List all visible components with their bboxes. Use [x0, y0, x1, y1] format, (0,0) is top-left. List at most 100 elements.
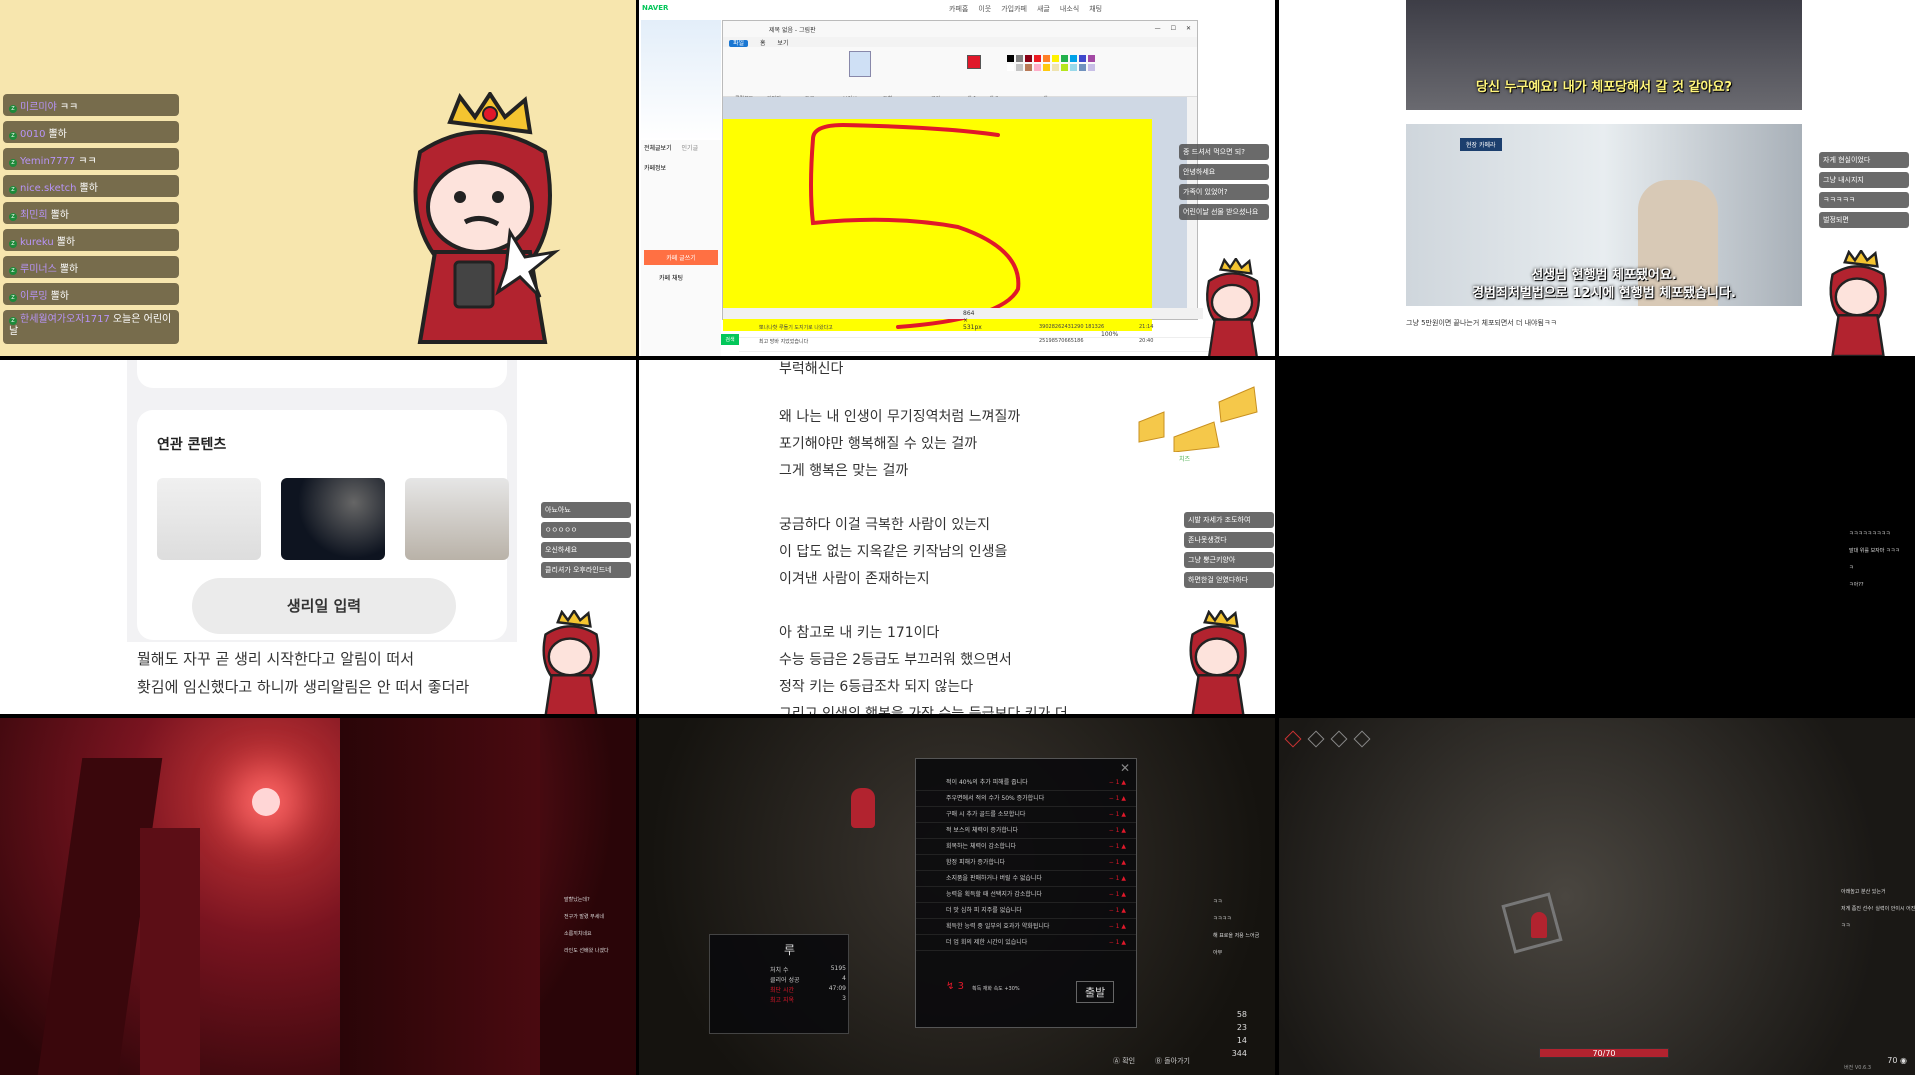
chat-username[interactable]: kureku	[20, 237, 54, 248]
palette-swatch[interactable]	[1007, 64, 1014, 71]
topnav-link[interactable]: 새글	[1037, 5, 1050, 13]
resource-count: 344	[1231, 1049, 1247, 1058]
chat-message: ㅇㅇㅇㅇㅇ	[541, 522, 631, 538]
palette-swatch[interactable]	[1061, 55, 1068, 62]
palette-swatch[interactable]	[1016, 64, 1023, 71]
stepper-control[interactable]: − 1 ▲	[1109, 791, 1126, 807]
cafe-write-button[interactable]: 카페 글쓰기	[644, 250, 718, 265]
palette-swatch[interactable]	[1034, 55, 1041, 62]
curse-option[interactable]: 적 보스의 체력이 증가합니다 − 1 ▲	[916, 823, 1136, 839]
palette-swatch[interactable]	[1070, 64, 1077, 71]
curse-option[interactable]: 획득한 능력 중 일부의 효과가 약화됩니다 − 1 ▲	[916, 919, 1136, 935]
curse-option[interactable]: 능력을 획득할 때 선택지가 감소합니다 − 1 ▲	[916, 887, 1136, 903]
palette-swatch[interactable]	[1043, 55, 1050, 62]
palette-swatch[interactable]	[1088, 64, 1095, 71]
chat-username[interactable]: Yemin7777	[20, 156, 75, 167]
chat-message: 종 드셔서 먹으면 되?	[1179, 144, 1269, 160]
drawn-number-five	[809, 122, 1021, 329]
topnav-link[interactable]: 채팅	[1089, 5, 1102, 13]
list-item-time: 20:40	[1139, 338, 1154, 344]
palette-swatch[interactable]	[1025, 55, 1032, 62]
chat-message: 저게 좀진 선수! 실력이 안이시 어진 빛을 하고 없어 없다	[1841, 906, 1915, 912]
color1-swatch[interactable]	[967, 55, 981, 69]
start-button[interactable]: 출발	[1076, 981, 1115, 1003]
paint-canvas[interactable]	[723, 119, 1152, 331]
curse-option[interactable]: 주우면에서 적의 수가 50% 증가합니다 − 1 ▲	[916, 791, 1136, 807]
curse-option[interactable]: 회복하는 체력이 감소합니다 − 1 ▲	[916, 839, 1136, 855]
chat-username[interactable]: nice.sketch	[20, 183, 77, 194]
panel-paint: NAVER 카페홈 이웃 가입카페 새글 내소식 채팅 전체글보기 인기글 카페정보 카페…	[639, 0, 1275, 356]
cafe-chat-link[interactable]: 카페 채팅	[641, 265, 721, 290]
minimize-icon[interactable]: —	[1155, 25, 1161, 32]
list-item[interactable]: 뽀나나핫 루돌기 도지기로 나왔다고 39028262431290 181326 2…	[739, 324, 1219, 338]
palette-swatch[interactable]	[1061, 64, 1068, 71]
stepper-control[interactable]: − 1 ▲	[1109, 887, 1126, 903]
back-hint[interactable]: Ⓑ 돌아가기	[1155, 1056, 1190, 1066]
menu-file[interactable]: 파일	[729, 40, 749, 47]
maximize-icon[interactable]: ☐	[1171, 25, 1176, 32]
list-item-title[interactable]: 뽀나나핫 루돌기 도지기로 나왔다고	[759, 324, 833, 331]
list-item-time: 21:14	[1139, 324, 1154, 330]
palette-swatch[interactable]	[1052, 64, 1059, 71]
topnav-link[interactable]: 이웃	[978, 5, 991, 13]
content-thumb-3[interactable]	[405, 478, 509, 560]
stepper-control[interactable]: − 1 ▲	[1109, 807, 1126, 823]
chat-username[interactable]: 미르미야	[20, 102, 57, 113]
topnav-link[interactable]: 카페홈	[949, 5, 968, 13]
news-clip-1[interactable]: 당신 누구예요! 내가 체포당해서 갈 것 같아요?	[1406, 0, 1802, 110]
news-clip-2[interactable]: 현장 카메라 선생님 현행범 체포됐어요. 경범죄처벌법으로 12시에 현행범 …	[1406, 124, 1802, 306]
curse-option[interactable]: 더 업 회의 제한 시간이 있습니다 − 1 ▲	[916, 935, 1136, 951]
content-thumb-1[interactable]	[157, 478, 261, 560]
content-thumb-2[interactable]	[281, 478, 385, 560]
curse-option[interactable]: 구매 시 추가 골드를 소모합니다 − 1 ▲	[916, 807, 1136, 823]
stepper-control[interactable]: − 1 ▲	[1109, 919, 1126, 935]
tab-popular[interactable]: 인기글	[682, 145, 699, 152]
stepper-control[interactable]: − 1 ▲	[1109, 855, 1126, 871]
palette-swatch[interactable]	[1007, 55, 1014, 62]
palette-swatch[interactable]	[1025, 64, 1032, 71]
palette-swatch[interactable]	[1034, 64, 1041, 71]
search-button[interactable]: 검색	[721, 334, 739, 345]
palette-swatch[interactable]	[1052, 55, 1059, 62]
stepper-control[interactable]: − 1 ▲	[1109, 823, 1126, 839]
brush-tool-button[interactable]	[849, 51, 871, 77]
list-item[interactable]: 최고 방바 지었었습니다 25198570665186 20:40	[739, 338, 1219, 352]
menu-view[interactable]: 보기	[777, 40, 788, 47]
stepper-control[interactable]: − 1 ▲	[1109, 839, 1126, 855]
stepper-control[interactable]: − 1 ▲	[1109, 775, 1126, 791]
stepper-control[interactable]: − 1 ▲	[1109, 903, 1126, 919]
chat-username[interactable]: 최민희	[20, 210, 48, 221]
topnav-link[interactable]: 가입카페	[1001, 5, 1027, 13]
palette-swatch[interactable]	[1079, 55, 1086, 62]
menu-home[interactable]: 홈	[760, 40, 766, 47]
palette-swatch[interactable]	[1043, 64, 1050, 71]
chat-username[interactable]: 0010	[20, 129, 45, 140]
chat-badge-icon: Z	[9, 132, 17, 140]
palette-swatch[interactable]	[1070, 55, 1077, 62]
chat-username[interactable]: 한세월여가오자1717	[20, 314, 110, 325]
curse-option-text: 회복하는 체력이 감소합니다	[946, 843, 1017, 850]
naver-logo[interactable]: NAVER	[642, 4, 668, 12]
chat-message: 발할났는데?	[564, 897, 590, 903]
curse-option[interactable]: 소지품을 판매하거나 버릴 수 없습니다 − 1 ▲	[916, 871, 1136, 887]
palette-swatch[interactable]	[1079, 64, 1086, 71]
stepper-control[interactable]: − 1 ▲	[1109, 935, 1126, 951]
tab-all-posts[interactable]: 전체글보기	[644, 145, 672, 152]
palette-swatch[interactable]	[1088, 55, 1095, 62]
chat-message: 어린이날 선물 받으셨나요	[1179, 204, 1269, 220]
period-input-button[interactable]: 생리일 입력	[192, 578, 456, 634]
palette-swatch[interactable]	[1016, 55, 1023, 62]
topnav-link[interactable]: 내소식	[1060, 5, 1079, 13]
curse-option[interactable]: 적이 40%의 추가 피해를 줍니다 − 1 ▲	[916, 775, 1136, 791]
list-item-title[interactable]: 최고 방바 지었었습니다	[759, 338, 808, 345]
close-icon[interactable]: ✕	[1186, 25, 1191, 32]
curse-option[interactable]: 함정 피해가 증가합니다 − 1 ▲	[916, 855, 1136, 871]
close-icon[interactable]: ✕	[1120, 761, 1130, 775]
chat-username[interactable]: 이루밍	[20, 291, 48, 302]
body-line-2: 홧김에 임신했다고 하니까 생리알림은 안 떠서 좋더라	[137, 678, 470, 696]
chat-username[interactable]: 루미너스	[20, 264, 57, 275]
stepper-control[interactable]: − 1 ▲	[1109, 871, 1126, 887]
confirm-hint[interactable]: Ⓐ 확인	[1113, 1056, 1135, 1066]
cafe-info-label[interactable]: 카페정보	[641, 155, 721, 180]
curse-option[interactable]: 더 맛 심하 피 지주를 없습니다 − 1 ▲	[916, 903, 1136, 919]
